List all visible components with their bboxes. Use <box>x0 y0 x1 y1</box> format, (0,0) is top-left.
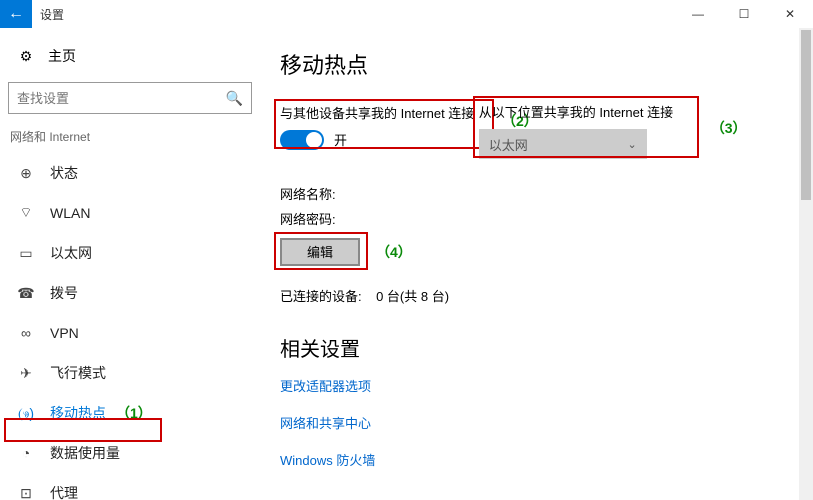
maximize-icon: ☐ <box>739 7 750 21</box>
share-from-dropdown[interactable]: 以太网 ⌄ <box>479 129 647 159</box>
airplane-icon: ✈ <box>16 365 36 382</box>
network-name-label: 网络名称: <box>280 184 813 203</box>
datausage-icon: ◔ <box>16 445 36 461</box>
sidebar-group-label: 网络和 Internet <box>6 128 254 153</box>
sidebar-item-label: 以太网 <box>50 243 92 263</box>
sidebar-item-label: 状态 <box>50 163 78 183</box>
ethernet-icon: ▭ <box>16 245 36 262</box>
annotation-3: （3） <box>711 118 747 138</box>
hotspot-toggle[interactable] <box>280 130 324 150</box>
sidebar-item-wlan[interactable]: ⌔ WLAN <box>6 193 254 233</box>
sidebar-item-label: VPN <box>50 325 79 341</box>
sidebar-item-dialup[interactable]: ☎ 拨号 <box>6 273 254 313</box>
sidebar-item-airplane[interactable]: ✈ 飞行模式 <box>6 353 254 393</box>
chevron-down-icon: ⌄ <box>628 138 637 151</box>
window-controls: — ☐ ✕ <box>675 0 813 28</box>
sidebar-item-vpn[interactable]: ∞ VPN <box>6 313 254 353</box>
sidebar-item-label: 飞行模式 <box>50 363 106 383</box>
sidebar-item-label: WLAN <box>50 205 90 221</box>
main-panel: 移动热点 与其他设备共享我的 Internet 连接 开 （2） 从以下位置共享… <box>260 28 813 500</box>
connected-devices-label: 已连接的设备: <box>280 289 362 304</box>
link-network-sharing-center[interactable]: 网络和共享中心 <box>280 413 813 432</box>
close-button[interactable]: ✕ <box>767 0 813 28</box>
related-settings-title: 相关设置 <box>280 333 813 362</box>
toggle-state-label: 开 <box>334 130 347 149</box>
link-windows-firewall[interactable]: Windows 防火墙 <box>280 450 813 469</box>
minimize-button[interactable]: — <box>675 0 721 28</box>
link-adapter-options[interactable]: 更改适配器选项 <box>280 376 813 395</box>
back-button[interactable]: ← <box>0 0 32 28</box>
status-icon: ⊕ <box>16 165 36 182</box>
search-icon: 🔍 <box>226 90 243 107</box>
sidebar: ⚙ 主页 🔍 网络和 Internet ⊕ 状态 ⌔ WLAN ▭ 以太网 ☎ … <box>0 28 260 500</box>
proxy-icon: ⊡ <box>16 485 36 500</box>
search-input[interactable] <box>17 91 226 106</box>
scrollbar-thumb[interactable] <box>801 30 811 200</box>
window-title: 设置 <box>40 6 64 23</box>
close-icon: ✕ <box>785 7 795 21</box>
connected-devices-value: 0 台(共 8 台) <box>376 289 449 304</box>
maximize-button[interactable]: ☐ <box>721 0 767 28</box>
network-password-label: 网络密码: <box>280 209 813 228</box>
vpn-icon: ∞ <box>16 325 36 341</box>
wifi-icon: ⌔ <box>16 204 36 222</box>
annotation-4: （4） <box>376 242 412 262</box>
sidebar-item-ethernet[interactable]: ▭ 以太网 <box>6 233 254 273</box>
arrow-left-icon: ← <box>8 5 24 23</box>
search-box[interactable]: 🔍 <box>8 82 252 114</box>
sidebar-item-datausage[interactable]: ◔ 数据使用量 <box>6 433 254 473</box>
sidebar-item-label: 拨号 <box>50 283 78 303</box>
dialup-icon: ☎ <box>16 285 36 302</box>
sidebar-item-label: 代理 <box>50 483 78 500</box>
share-label: 与其他设备共享我的 Internet 连接 <box>280 103 474 122</box>
dropdown-value: 以太网 <box>489 135 528 154</box>
gear-icon: ⚙ <box>16 48 36 65</box>
hotspot-icon: (ෳ) <box>16 405 36 422</box>
sidebar-item-status[interactable]: ⊕ 状态 <box>6 153 254 193</box>
toggle-knob-icon <box>306 132 322 148</box>
sidebar-item-label: 数据使用量 <box>50 443 120 463</box>
edit-button-label: 编辑 <box>307 242 333 261</box>
minimize-icon: — <box>692 7 704 21</box>
sidebar-item-label: 移动热点 <box>50 403 106 423</box>
connected-devices: 已连接的设备: 0 台(共 8 台) <box>280 286 813 305</box>
share-from-label: 从以下位置共享我的 Internet 连接 <box>479 102 673 121</box>
sidebar-item-hotspot[interactable]: (ෳ) 移动热点 （1） <box>6 393 254 433</box>
sidebar-home-label: 主页 <box>48 46 76 66</box>
page-title: 移动热点 <box>280 48 813 80</box>
sidebar-home[interactable]: ⚙ 主页 <box>6 40 254 72</box>
annotation-1: （1） <box>116 403 152 423</box>
titlebar: ← 设置 — ☐ ✕ <box>0 0 813 28</box>
edit-button[interactable]: 编辑 <box>280 238 360 266</box>
sidebar-item-proxy[interactable]: ⊡ 代理 <box>6 473 254 500</box>
